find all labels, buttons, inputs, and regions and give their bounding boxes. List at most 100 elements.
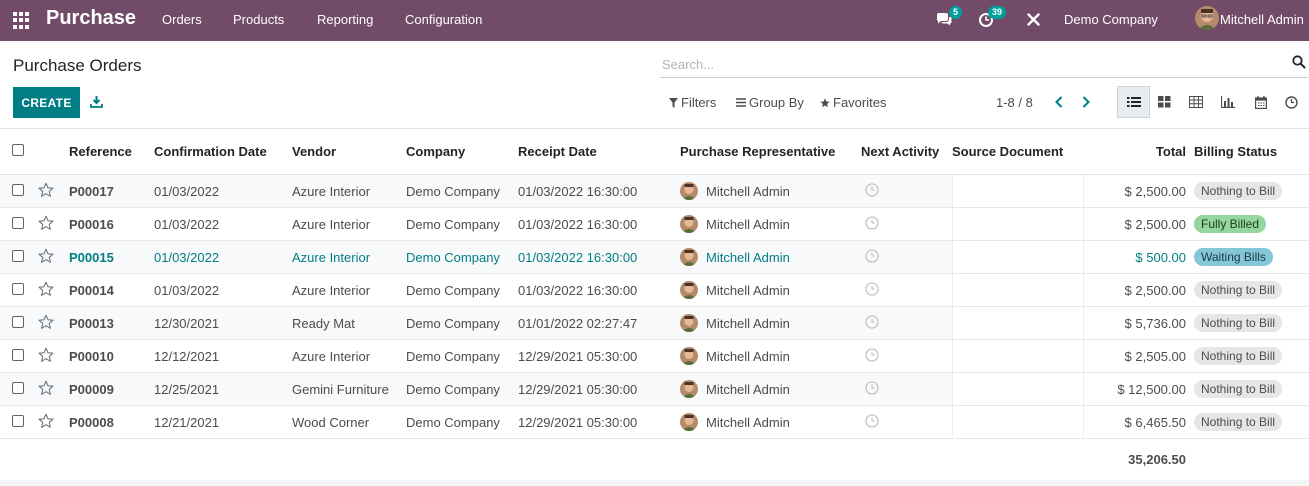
debug-tools-button[interactable] xyxy=(1027,13,1041,37)
table-row[interactable]: P00014 01/03/2022 Azure Interior Demo Compa… xyxy=(0,273,1309,307)
receipt-date-cell[interactable]: 12/29/2021 05:30:00 xyxy=(518,372,680,406)
receipt-date-cell[interactable]: 12/29/2021 05:30:00 xyxy=(518,405,680,439)
receipt-date-cell[interactable]: 01/01/2022 02:27:47 xyxy=(518,306,680,340)
pager-value[interactable]: 1-8 / 8 xyxy=(996,95,1033,110)
receipt-date-cell[interactable]: 01/03/2022 16:30:00 xyxy=(518,273,680,307)
source-document-cell[interactable] xyxy=(951,273,1084,307)
company-switcher[interactable]: Demo Company xyxy=(1064,12,1158,27)
activity-clock-icon[interactable] xyxy=(865,281,879,299)
pager-previous-icon[interactable] xyxy=(1052,94,1066,110)
priority-star-icon[interactable] xyxy=(38,347,54,366)
column-receipt-date[interactable]: Receipt Date xyxy=(518,128,680,175)
receipt-date-cell[interactable]: 01/03/2022 16:30:00 xyxy=(518,240,680,274)
row-checkbox[interactable] xyxy=(12,315,24,328)
total-cell[interactable]: $ 5,736.00 xyxy=(1083,306,1194,340)
table-row[interactable]: P00017 01/03/2022 Azure Interior Demo Compa… xyxy=(0,174,1309,208)
reference-cell[interactable]: P00010 xyxy=(69,339,154,373)
reference-cell[interactable]: P00008 xyxy=(69,405,154,439)
representative-cell[interactable]: Mitchell Admin xyxy=(680,372,861,406)
reference-cell[interactable]: P00014 xyxy=(69,273,154,307)
vendor-cell[interactable]: Azure Interior xyxy=(292,339,406,373)
table-row[interactable]: P00008 12/21/2021 Wood Corner Demo Company 1… xyxy=(0,405,1309,439)
column-vendor[interactable]: Vendor xyxy=(292,128,406,175)
source-document-cell[interactable] xyxy=(951,339,1084,373)
filters-button[interactable]: Filters xyxy=(669,95,716,110)
activity-clock-icon[interactable] xyxy=(865,182,879,200)
row-checkbox[interactable] xyxy=(12,282,24,295)
representative-cell[interactable]: Mitchell Admin xyxy=(680,207,861,241)
activity-clock-icon[interactable] xyxy=(865,347,879,365)
priority-star-icon[interactable] xyxy=(38,413,54,432)
total-cell[interactable]: $ 2,505.00 xyxy=(1083,339,1194,373)
app-title[interactable]: Purchase xyxy=(46,7,136,30)
priority-star-icon[interactable] xyxy=(38,215,54,234)
table-row[interactable]: P00015 01/03/2022 Azure Interior Demo Compa… xyxy=(0,240,1309,274)
apps-menu-icon[interactable] xyxy=(13,12,30,29)
row-checkbox[interactable] xyxy=(12,216,24,229)
source-document-cell[interactable] xyxy=(951,405,1084,439)
search-input[interactable] xyxy=(662,54,1262,74)
download-icon[interactable] xyxy=(90,95,103,108)
representative-cell[interactable]: Mitchell Admin xyxy=(680,240,861,274)
reference-cell[interactable]: P00015 xyxy=(69,240,154,274)
confirmation-date-cell[interactable]: 12/12/2021 xyxy=(154,339,292,373)
table-row[interactable]: P00010 12/12/2021 Azure Interior Demo Compa… xyxy=(0,339,1309,373)
next-activity-cell[interactable] xyxy=(861,207,952,241)
priority-star-icon[interactable] xyxy=(38,380,54,399)
vendor-cell[interactable]: Ready Mat xyxy=(292,306,406,340)
priority-star-icon[interactable] xyxy=(38,248,54,267)
activity-clock-icon[interactable] xyxy=(865,380,879,398)
row-checkbox[interactable] xyxy=(12,381,24,394)
calendar-view-button[interactable] xyxy=(1244,86,1277,118)
column-confirmation-date[interactable]: Confirmation Date xyxy=(154,128,292,175)
source-document-cell[interactable] xyxy=(951,240,1084,274)
table-row[interactable]: P00009 12/25/2021 Gemini Furniture Demo Com… xyxy=(0,372,1309,406)
confirmation-date-cell[interactable]: 01/03/2022 xyxy=(154,207,292,241)
total-cell[interactable]: $ 2,500.00 xyxy=(1083,273,1194,307)
menu-orders[interactable]: Orders xyxy=(162,12,202,27)
create-button[interactable]: CREATE xyxy=(13,87,80,118)
activities-button[interactable]: 39 xyxy=(978,6,1012,32)
user-avatar[interactable] xyxy=(1195,6,1219,30)
confirmation-date-cell[interactable]: 01/03/2022 xyxy=(154,174,292,208)
group-by-button[interactable]: Group By xyxy=(736,95,804,110)
favorites-button[interactable]: Favorites xyxy=(820,95,886,110)
table-row[interactable]: P00013 12/30/2021 Ready Mat Demo Company 01/… xyxy=(0,306,1309,340)
user-menu[interactable]: Mitchell Admin xyxy=(1220,12,1304,27)
confirmation-date-cell[interactable]: 12/30/2021 xyxy=(154,306,292,340)
reference-cell[interactable]: P00016 xyxy=(69,207,154,241)
representative-cell[interactable]: Mitchell Admin xyxy=(680,174,861,208)
column-representative[interactable]: Purchase Representative xyxy=(680,128,861,175)
vendor-cell[interactable]: Azure Interior xyxy=(292,273,406,307)
confirmation-date-cell[interactable]: 01/03/2022 xyxy=(154,273,292,307)
billing-status-cell[interactable]: Nothing to Bill xyxy=(1194,405,1309,439)
billing-status-cell[interactable]: Nothing to Bill xyxy=(1194,339,1309,373)
receipt-date-cell[interactable]: 01/03/2022 16:30:00 xyxy=(518,207,680,241)
next-activity-cell[interactable] xyxy=(861,405,952,439)
total-cell[interactable]: $ 2,500.00 xyxy=(1083,207,1194,241)
representative-cell[interactable]: Mitchell Admin xyxy=(680,405,861,439)
receipt-date-cell[interactable]: 01/03/2022 16:30:00 xyxy=(518,174,680,208)
column-total[interactable]: Total xyxy=(1083,128,1194,175)
next-activity-cell[interactable] xyxy=(861,240,952,274)
billing-status-cell[interactable]: Nothing to Bill xyxy=(1194,273,1309,307)
representative-cell[interactable]: Mitchell Admin xyxy=(680,306,861,340)
graph-view-button[interactable] xyxy=(1211,86,1244,118)
activity-view-button[interactable] xyxy=(1275,86,1308,118)
billing-status-cell[interactable]: Nothing to Bill xyxy=(1194,306,1309,340)
next-activity-cell[interactable] xyxy=(861,339,952,373)
menu-configuration[interactable]: Configuration xyxy=(405,12,482,27)
total-cell[interactable]: $ 500.00 xyxy=(1083,240,1194,274)
reference-cell[interactable]: P00009 xyxy=(69,372,154,406)
vendor-cell[interactable]: Wood Corner xyxy=(292,405,406,439)
column-billing-status[interactable]: Billing Status xyxy=(1194,128,1309,175)
source-document-cell[interactable] xyxy=(951,207,1084,241)
column-reference[interactable]: Reference xyxy=(69,128,154,175)
confirmation-date-cell[interactable]: 01/03/2022 xyxy=(154,240,292,274)
billing-status-cell[interactable]: Fully Billed xyxy=(1194,207,1309,241)
row-checkbox[interactable] xyxy=(12,183,24,196)
vendor-cell[interactable]: Azure Interior xyxy=(292,240,406,274)
reference-cell[interactable]: P00017 xyxy=(69,174,154,208)
select-all-checkbox[interactable] xyxy=(12,144,24,156)
search-icon[interactable] xyxy=(1292,55,1306,69)
